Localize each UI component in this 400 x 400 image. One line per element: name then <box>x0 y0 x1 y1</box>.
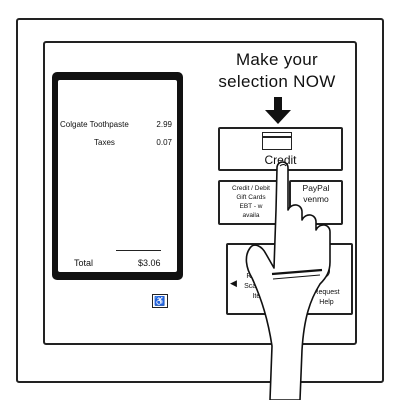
accessibility-button[interactable]: ♿ <box>152 294 168 308</box>
credit-card-icon <box>262 132 292 150</box>
item-name: Colgate Toothpaste <box>60 120 129 129</box>
receipt-panel <box>58 80 177 272</box>
item-price: 2.99 <box>156 120 172 129</box>
total-divider <box>116 250 161 251</box>
arrow-down-icon <box>265 97 291 124</box>
total-label: Total <box>74 258 94 268</box>
selection-prompt: Make your selection NOW <box>215 49 339 93</box>
arrow-left-icon: ◀ <box>230 278 237 288</box>
total-value: $3.06 <box>138 258 161 268</box>
item-price: 0.07 <box>156 138 172 147</box>
prompt-line-2: selection NOW <box>218 72 336 91</box>
item-name: Taxes <box>94 138 115 147</box>
prompt-line-1: Make your <box>235 50 319 69</box>
wheelchair-icon: ♿ <box>154 296 166 306</box>
pointing-hand-illustration <box>245 161 331 400</box>
